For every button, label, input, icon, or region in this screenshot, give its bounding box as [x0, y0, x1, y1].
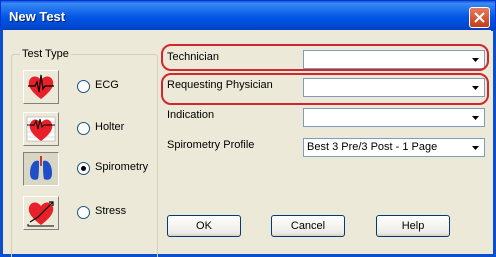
- indication-combobox[interactable]: [303, 108, 485, 127]
- chevron-down-icon: [472, 58, 479, 62]
- label-stress: Stress: [95, 205, 127, 217]
- ok-button[interactable]: OK: [167, 215, 241, 237]
- radio-stress[interactable]: [77, 206, 90, 219]
- test-type-ecg[interactable]: ECG: [17, 70, 157, 106]
- test-type-stress[interactable]: Stress: [17, 196, 157, 232]
- stress-heart-icon[interactable]: [23, 196, 59, 230]
- spirometry-profile-value: Best 3 Pre/3 Post - 1 Page: [307, 141, 438, 153]
- technician-combobox[interactable]: [303, 50, 485, 69]
- dialog-title: New Test: [9, 9, 66, 24]
- title-bar[interactable]: New Test: [1, 1, 495, 31]
- dialog-body: Test Type ECG Holter Spirometry Stress T…: [3, 30, 491, 257]
- requesting-physician-combobox[interactable]: [303, 78, 485, 97]
- requesting-physician-dropdown-button[interactable]: [468, 80, 483, 95]
- technician-label: Technician: [167, 51, 219, 63]
- indication-dropdown-button[interactable]: [468, 110, 483, 125]
- test-type-legend: Test Type: [22, 48, 69, 60]
- radio-spirometry[interactable]: [77, 162, 90, 175]
- chevron-down-icon: [472, 116, 479, 120]
- chevron-down-icon: [472, 86, 479, 90]
- radio-holter[interactable]: [77, 122, 90, 135]
- ecg-heart-icon[interactable]: [23, 70, 59, 104]
- label-spirometry: Spirometry: [95, 161, 149, 173]
- spirometry-profile-combobox[interactable]: Best 3 Pre/3 Post - 1 Page: [303, 138, 485, 157]
- label-ecg: ECG: [95, 79, 119, 91]
- cancel-button[interactable]: Cancel: [271, 215, 345, 237]
- technician-dropdown-button[interactable]: [468, 52, 483, 67]
- help-button[interactable]: Help: [376, 215, 450, 237]
- spirometry-profile-label: Spirometry Profile: [167, 139, 255, 151]
- spirometry-profile-dropdown-button[interactable]: [468, 140, 483, 155]
- indication-label: Indication: [167, 109, 215, 121]
- requesting-physician-label: Requesting Physician: [167, 79, 273, 91]
- holter-monitor-icon[interactable]: [23, 112, 59, 146]
- lungs-icon[interactable]: [23, 152, 59, 186]
- radio-ecg[interactable]: [77, 80, 90, 93]
- test-type-spirometry[interactable]: Spirometry: [17, 152, 157, 188]
- chevron-down-icon: [472, 146, 479, 150]
- close-icon: [474, 12, 485, 23]
- close-button[interactable]: [469, 7, 490, 28]
- test-type-holter[interactable]: Holter: [17, 112, 157, 148]
- label-holter: Holter: [95, 121, 125, 133]
